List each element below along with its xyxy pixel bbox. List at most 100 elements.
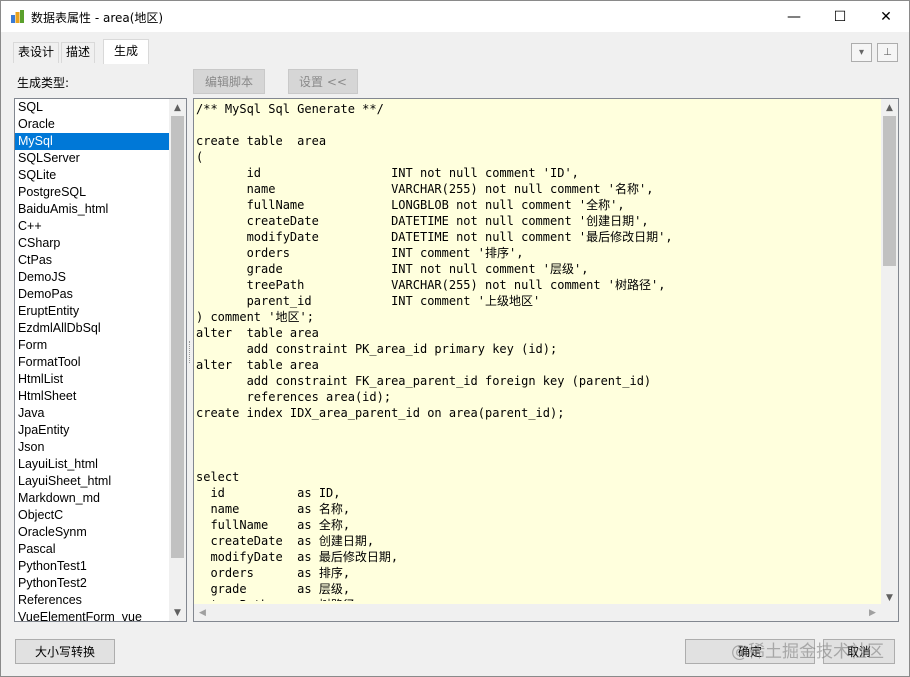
scroll-up-icon[interactable]: ▲ [881, 99, 898, 116]
type-list-item[interactable]: JpaEntity [15, 422, 170, 439]
watermark: @稀土掘金技术社区 [731, 642, 884, 662]
maximize-button[interactable]: ☐ [817, 1, 863, 32]
scroll-left-icon[interactable]: ◀ [194, 604, 211, 621]
code-line: treePath VARCHAR(255) not null comment '… [196, 278, 666, 292]
editor-horizontal-scrollbar[interactable]: ◀ ▶ [194, 604, 881, 621]
code-line: id as ID, [196, 486, 341, 500]
generate-type-list[interactable]: SQL Oracle MySql SQLServer SQLite PostgreSQL B… [14, 98, 187, 622]
type-items: SQL Oracle MySql SQLServer SQLite PostgreSQL B… [15, 99, 186, 621]
type-list-item[interactable]: EzdmlAllDbSql [15, 320, 170, 337]
close-icon: ✕ [880, 8, 892, 25]
type-list-item[interactable]: CtPas [15, 252, 170, 269]
code-line: /** MySql Sql Generate **/ [196, 102, 384, 116]
type-list-item[interactable]: Oracle [15, 116, 170, 133]
type-list-item[interactable]: PythonTest2 [15, 575, 170, 592]
code-line: createDate DATETIME not null comment '创建… [196, 214, 649, 228]
properties-window: 数据表属性 - area(地区) — ☐ ✕ 表设计 描述 生成 ▾ ⊥ 生成类… [0, 0, 910, 677]
window-title: 数据表属性 - area(地区) [31, 11, 164, 25]
edit-script-button[interactable]: 编辑脚本 [193, 69, 265, 94]
scroll-right-icon[interactable]: ▶ [864, 604, 881, 621]
type-list-item[interactable]: SQLServer [15, 150, 170, 167]
pin-button[interactable]: ⊥ [877, 43, 898, 62]
chevron-down-icon: ▾ [858, 47, 865, 58]
type-list-item[interactable]: Java [15, 405, 170, 422]
type-list-item[interactable]: SQLite [15, 167, 170, 184]
type-list-item[interactable]: EruptEntity [15, 303, 170, 320]
code-line: add constraint PK_area_id primary key (i… [196, 342, 558, 356]
splitter-grip[interactable] [189, 341, 192, 363]
code-line: fullName as 全称, [196, 518, 351, 532]
scroll-up-icon[interactable]: ▲ [169, 99, 186, 116]
code-line: alter table area [196, 326, 319, 340]
minimize-button[interactable]: — [771, 1, 817, 32]
scroll-down-icon[interactable]: ▼ [169, 604, 186, 621]
code-line: grade as 层级, [196, 582, 351, 596]
tab-dropdown-button[interactable]: ▾ [851, 43, 872, 62]
type-list-item[interactable]: DemoPas [15, 286, 170, 303]
scroll-thumb[interactable] [171, 116, 184, 558]
type-list-item[interactable]: PythonTest1 [15, 558, 170, 575]
code-line: name VARCHAR(255) not null comment '名称', [196, 182, 654, 196]
tab-generate[interactable]: 生成 [103, 39, 150, 64]
title-bar[interactable]: 数据表属性 - area(地区) — ☐ ✕ [1, 1, 909, 32]
code-line: alter table area [196, 358, 319, 372]
type-list-item[interactable]: CSharp [15, 235, 170, 252]
code-line: ) comment '地区'; [196, 310, 314, 324]
app-icon [11, 10, 24, 23]
type-list-item[interactable]: DemoJS [15, 269, 170, 286]
case-convert-button[interactable]: 大小写转换 [15, 639, 115, 664]
type-list-item[interactable]: PostgreSQL [15, 184, 170, 201]
code-line: parent_id INT comment '上级地区' [196, 294, 541, 308]
type-list-item[interactable]: LayuiList_html [15, 456, 170, 473]
code-line: id INT not null comment 'ID', [196, 166, 579, 180]
type-list-item[interactable]: SQL [15, 99, 170, 116]
type-list-item[interactable]: ObjectC [15, 507, 170, 524]
type-list-item[interactable]: FormatTool [15, 354, 170, 371]
type-list-item[interactable]: Markdown_md [15, 490, 170, 507]
code-text[interactable]: /** MySql Sql Generate **/ create table a… [196, 101, 880, 601]
code-line: add constraint FK_area_parent_id foreign… [196, 374, 652, 388]
code-line: modifyDate DATETIME not null comment '最后… [196, 230, 673, 244]
minimize-icon: — [787, 8, 801, 25]
code-line: orders as 排序, [196, 566, 351, 580]
code-line: createDate as 创建日期, [196, 534, 375, 548]
tab-table-design[interactable]: 表设计 [13, 42, 60, 63]
type-list-item[interactable]: BaiduAmis_html [15, 201, 170, 218]
gen-type-label: 生成类型: [17, 76, 70, 90]
type-list-item[interactable]: Form [15, 337, 170, 354]
close-button[interactable]: ✕ [863, 1, 909, 32]
code-line: treePath as 树路径, [196, 597, 880, 601]
code-line: modifyDate as 最后修改日期, [196, 550, 399, 564]
type-list-item[interactable]: MySql [15, 133, 170, 150]
code-editor[interactable]: /** MySql Sql Generate **/ create table a… [193, 98, 899, 622]
type-list-item[interactable]: VueElementForm_vue [15, 609, 170, 621]
type-list-item[interactable]: OracleSynm [15, 524, 170, 541]
type-list-item[interactable]: References [15, 592, 170, 609]
code-line: create index IDX_area_parent_id on area(… [196, 406, 565, 420]
tab-description[interactable]: 描述 [61, 42, 96, 63]
code-line: select [196, 470, 240, 484]
code-line: fullName LONGBLOB not null comment '全称', [196, 198, 625, 212]
type-list-scrollbar[interactable]: ▲ ▼ [169, 99, 186, 621]
type-list-item[interactable]: C++ [15, 218, 170, 235]
type-list-item[interactable]: Pascal [15, 541, 170, 558]
maximize-icon: ☐ [833, 8, 847, 25]
code-line: name as 名称, [196, 502, 351, 516]
type-list-item[interactable]: HtmlList [15, 371, 170, 388]
code-line: create table area [196, 134, 327, 148]
code-line: grade INT not null comment '层级', [196, 262, 589, 276]
type-list-item[interactable]: Json [15, 439, 170, 456]
scroll-corner [881, 604, 898, 621]
type-list-item[interactable]: LayuiSheet_html [15, 473, 170, 490]
editor-vertical-scrollbar[interactable]: ▲ ▼ [881, 99, 898, 606]
scroll-thumb[interactable] [883, 116, 896, 266]
settings-button[interactable]: 设置 << [288, 69, 358, 94]
code-line: references area(id); [196, 390, 392, 404]
tab-strip: 表设计 描述 生成 ▾ ⊥ [1, 32, 909, 64]
pin-icon: ⊥ [883, 47, 892, 58]
code-line: orders INT comment '排序', [196, 246, 524, 260]
type-list-item[interactable]: HtmlSheet [15, 388, 170, 405]
